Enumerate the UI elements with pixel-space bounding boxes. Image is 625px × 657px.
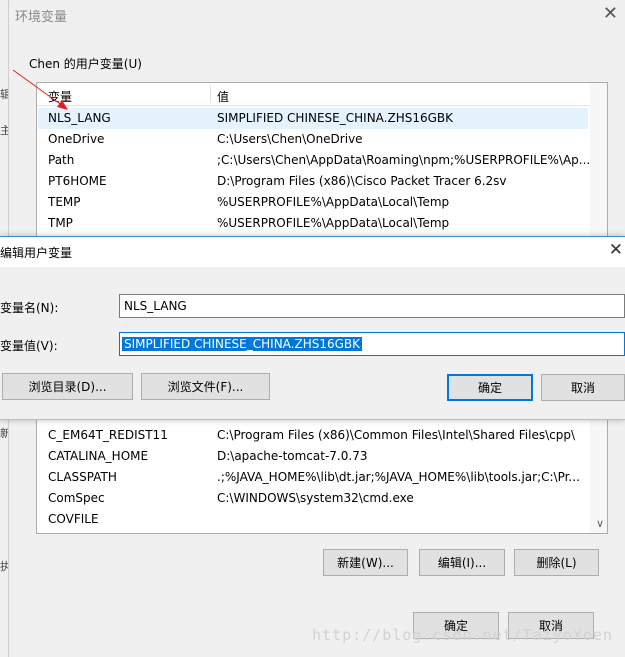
table-row[interactable]: ComSpec C:\WINDOWS\system32\cmd.exe bbox=[38, 488, 588, 509]
dialog-cancel-button[interactable]: 取消 bbox=[541, 374, 625, 401]
variable-name: ComSpec bbox=[48, 491, 105, 505]
table-row[interactable]: Path ;C:\Users\Chen\AppData\Roaming\npm;… bbox=[38, 150, 589, 171]
variable-value: .;%JAVA_HOME%\lib\dt.jar;%JAVA_HOME%\lib… bbox=[217, 470, 580, 484]
variable-name: TEMP bbox=[48, 195, 81, 209]
variable-name-value: NLS_LANG bbox=[124, 299, 187, 313]
variable-name: PT6HOME bbox=[48, 174, 107, 188]
variable-name-field[interactable]: NLS_LANG bbox=[119, 294, 625, 318]
variable-value: C:\Program Files (x86)\Common Files\Inte… bbox=[217, 428, 575, 442]
variable-name: NLS_LANG bbox=[48, 111, 111, 125]
watermark: http://blog.csdn.net/TaiyoYoen bbox=[312, 626, 613, 644]
browse-file-button[interactable]: 浏览文件(F)... bbox=[141, 373, 270, 400]
variable-name: CLASSPATH bbox=[48, 470, 117, 484]
dialog-ok-button[interactable]: 确定 bbox=[447, 374, 533, 401]
delete-button[interactable]: 删除(L) bbox=[514, 549, 599, 576]
scroll-down-icon[interactable]: ∨ bbox=[596, 517, 604, 530]
table-row[interactable]: PT6HOME D:\Program Files (x86)\Cisco Pac… bbox=[38, 171, 588, 192]
browse-directory-button[interactable]: 浏览目录(D)... bbox=[2, 373, 133, 400]
variable-name: TMP bbox=[48, 216, 73, 230]
column-header-variable[interactable]: 变量 bbox=[48, 88, 72, 105]
column-divider[interactable] bbox=[210, 85, 211, 103]
table-row[interactable]: TEMP %USERPROFILE%\AppData\Local\Temp bbox=[38, 192, 588, 213]
dialog-titlebar[interactable]: 编辑用户变量 ✕ bbox=[0, 237, 625, 267]
table-row[interactable]: TMP %USERPROFILE%\AppData\Local\Temp bbox=[38, 213, 588, 234]
close-icon[interactable]: ✕ bbox=[609, 240, 623, 260]
user-vars-group-title: Chen 的用户变量(U) bbox=[29, 57, 142, 71]
variable-value: %USERPROFILE%\AppData\Local\Temp bbox=[217, 195, 450, 209]
selected-text: SIMPLIFIED CHINESE_CHINA.ZHS16GBK bbox=[122, 337, 363, 351]
variable-value-label: 变量值(V): bbox=[0, 339, 58, 353]
variable-value: SIMPLIFIED CHINESE_CHINA.ZHS16GBK bbox=[217, 111, 454, 125]
variable-value: D:\apache-tomcat-7.0.73 bbox=[217, 449, 368, 463]
variable-name: CATALINA_HOME bbox=[48, 449, 149, 463]
variable-value: ;C:\Users\Chen\AppData\Roaming\npm;%USER… bbox=[217, 153, 589, 167]
window-title: 环境变量 bbox=[15, 10, 68, 25]
variable-name: COVFILE bbox=[48, 512, 99, 526]
variable-value: C:\WINDOWS\system32\cmd.exe bbox=[217, 491, 414, 505]
table-row[interactable]: CATALINA_HOME D:\apache-tomcat-7.0.73 bbox=[38, 446, 588, 467]
table-row[interactable]: OneDrive C:\Users\Chen\OneDrive bbox=[38, 129, 588, 150]
table-row[interactable]: C_EM64T_REDIST11 C:\Program Files (x86)\… bbox=[38, 425, 588, 446]
table-row[interactable]: COVFILE bbox=[38, 509, 588, 530]
close-icon[interactable]: ✕ bbox=[603, 3, 618, 24]
variable-name: Path bbox=[48, 153, 75, 167]
variable-value: D:\Program Files (x86)\Cisco Packet Trac… bbox=[217, 174, 507, 188]
variable-value: %USERPROFILE%\AppData\Local\Temp bbox=[217, 216, 450, 230]
column-header-value[interactable]: 值 bbox=[217, 88, 229, 105]
variable-name: C_EM64T_REDIST11 bbox=[48, 428, 168, 442]
table-row[interactable]: CLASSPATH .;%JAVA_HOME%\lib\dt.jar;%JAVA… bbox=[38, 467, 588, 488]
table-row[interactable]: NLS_LANG SIMPLIFIED CHINESE_CHINA.ZHS16G… bbox=[38, 108, 588, 129]
dialog-title: 编辑用户变量 bbox=[0, 246, 73, 260]
new-button[interactable]: 新建(W)... bbox=[323, 549, 408, 576]
edit-button[interactable]: 编辑(I)... bbox=[419, 549, 505, 576]
variable-value-text: SIMPLIFIED CHINESE_CHINA.ZHS16GBK bbox=[122, 337, 363, 351]
variable-name: OneDrive bbox=[48, 132, 105, 146]
edit-user-variable-dialog: 编辑用户变量 ✕ 变量名(N): NLS_LANG 变量值(V): SIMPLI… bbox=[0, 236, 625, 420]
variable-value-field[interactable]: SIMPLIFIED CHINESE_CHINA.ZHS16GBK bbox=[119, 332, 625, 356]
variable-name-label: 变量名(N): bbox=[0, 301, 59, 315]
list-header: 变量 值 bbox=[37, 83, 607, 106]
variable-value: C:\Users\Chen\OneDrive bbox=[217, 132, 363, 146]
